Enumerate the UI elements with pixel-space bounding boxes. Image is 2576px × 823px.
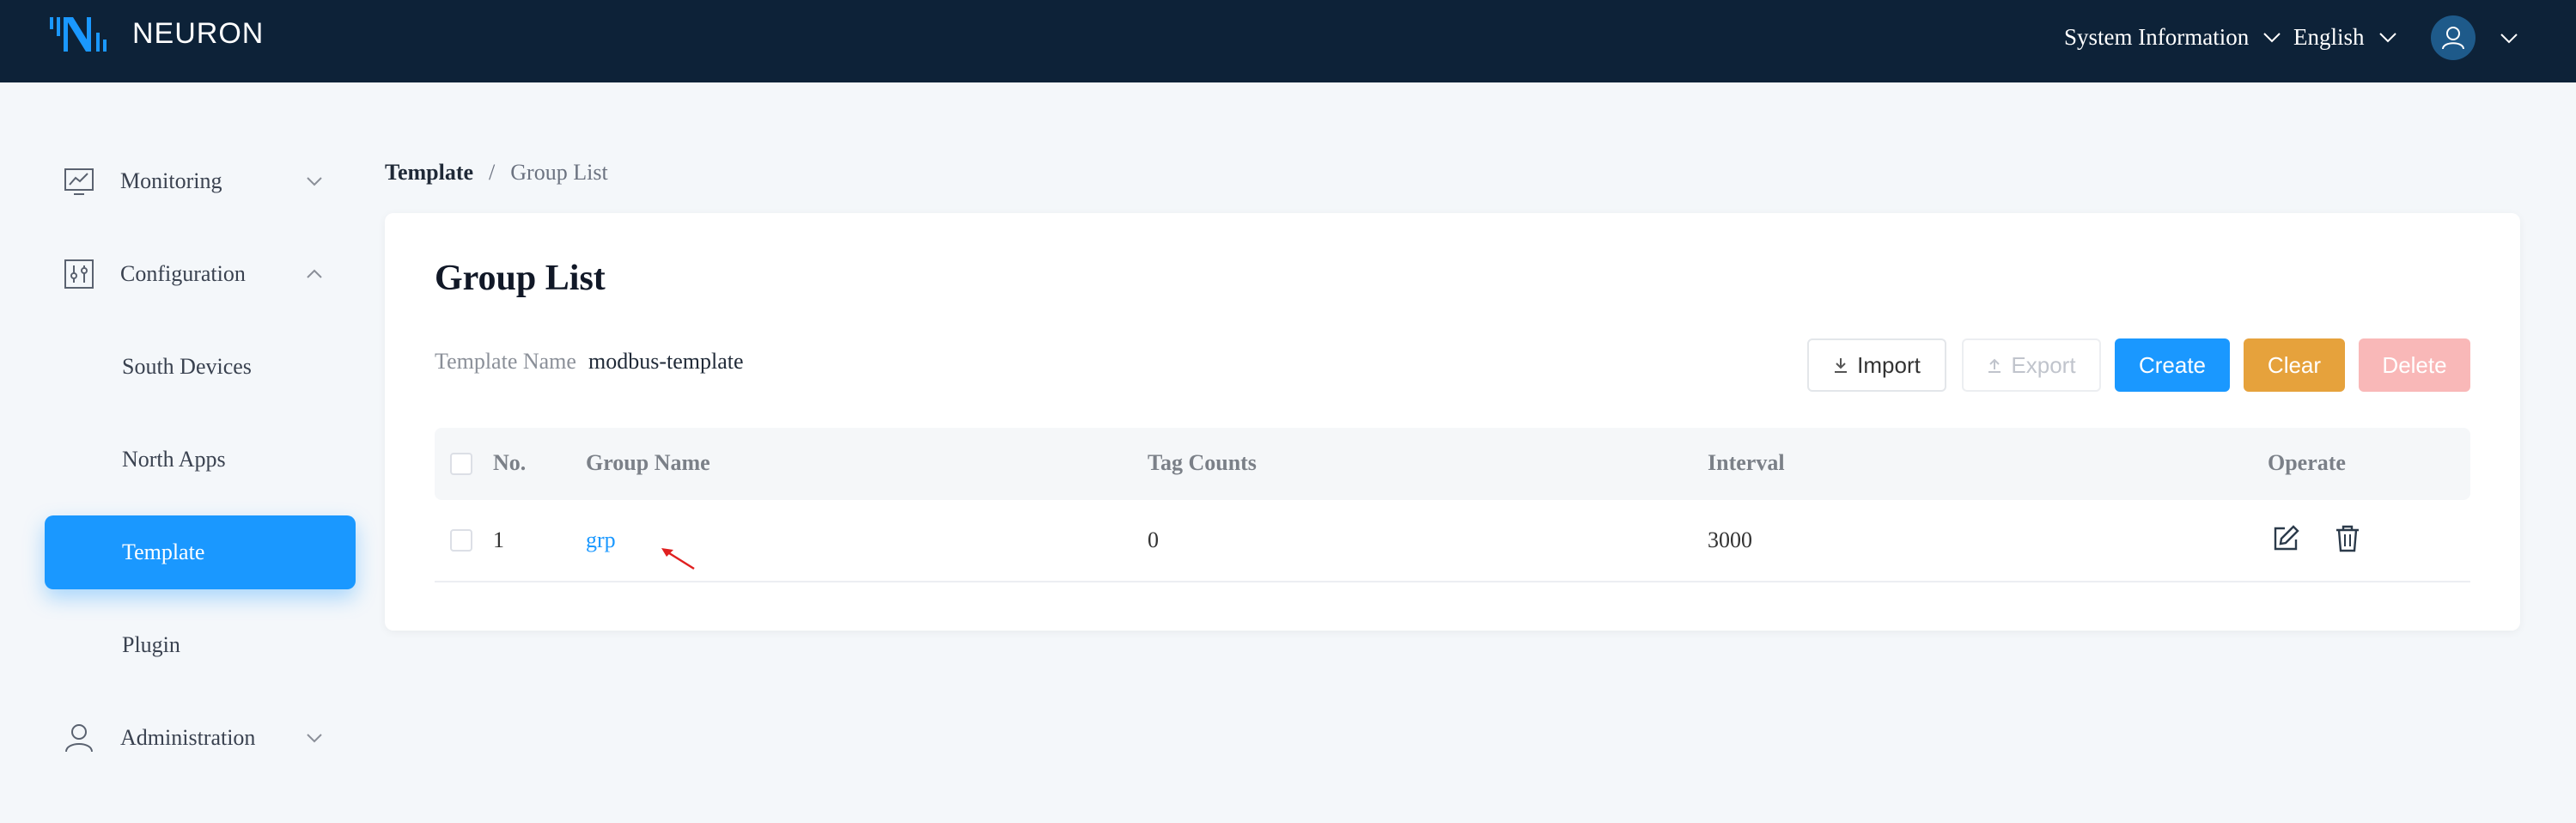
template-name-value: modbus-template <box>588 349 744 374</box>
sidebar-item-monitoring[interactable]: Monitoring <box>45 144 356 218</box>
group-list-card: Group List Template Name modbus-template… <box>385 213 2520 631</box>
chevron-down-icon <box>307 177 322 186</box>
system-information-menu[interactable]: System Information <box>2064 24 2281 51</box>
chevron-down-icon <box>2378 32 2396 42</box>
column-header-interval: Interval <box>1708 450 1785 475</box>
breadcrumb-template[interactable]: Template <box>385 160 473 186</box>
neuron-logo-icon <box>50 17 107 52</box>
delete-button[interactable]: Delete <box>2359 338 2470 392</box>
trash-icon[interactable] <box>2333 524 2362 553</box>
export-button[interactable]: Export <box>1962 338 2101 392</box>
row-no: 1 <box>493 527 504 552</box>
system-information-label: System Information <box>2064 24 2250 50</box>
create-button[interactable]: Create <box>2115 338 2230 392</box>
sidebar-item-template[interactable]: Template <box>45 515 356 589</box>
logo-text: NEURON <box>132 16 265 50</box>
sidebar-item-label: Template <box>122 540 205 564</box>
user-avatar[interactable] <box>2431 15 2476 60</box>
breadcrumb-group-list: Group List <box>510 160 608 185</box>
export-label: Export <box>2011 351 2076 378</box>
page-title: Group List <box>435 259 606 298</box>
table-row: 1 grp 0 3000 <box>435 500 2470 582</box>
chevron-down-icon <box>307 734 322 743</box>
neuron-logo[interactable]: NEURON <box>48 12 264 55</box>
table-header: No. Group Name Tag Counts Interval Opera… <box>435 428 2470 500</box>
import-label: Import <box>1857 351 1921 378</box>
user-menu-chevron-icon[interactable] <box>2500 33 2518 45</box>
row-tag-counts: 0 <box>1148 527 1159 552</box>
chevron-down-icon <box>2263 32 2281 42</box>
sidebar-item-label: Monitoring <box>120 168 222 193</box>
sidebar-item-configuration[interactable]: Configuration <box>45 237 356 311</box>
sidebar-item-label: Plugin <box>122 632 180 657</box>
column-header-group-name: Group Name <box>586 450 710 475</box>
sidebar-item-south-devices[interactable]: South Devices <box>45 330 356 404</box>
language-menu[interactable]: English <box>2293 24 2397 51</box>
column-header-tag-counts: Tag Counts <box>1148 450 1257 475</box>
sidebar-item-north-apps[interactable]: North Apps <box>45 423 356 497</box>
language-label: English <box>2293 24 2365 50</box>
download-icon <box>1835 358 1848 373</box>
sliders-icon <box>64 259 94 289</box>
pointer-arrow-icon <box>661 548 695 570</box>
monitor-chart-icon <box>64 168 94 195</box>
edit-icon[interactable] <box>2271 524 2300 553</box>
sidebar-item-plugin[interactable]: Plugin <box>45 608 356 682</box>
user-icon <box>65 724 93 753</box>
sidebar-item-label: North Apps <box>122 447 226 472</box>
sidebar-item-label: Configuration <box>120 261 246 286</box>
column-header-no: No. <box>493 450 527 475</box>
row-interval: 3000 <box>1708 527 1752 552</box>
top-header: NEURON System Information English <box>0 0 2576 82</box>
select-all-checkbox[interactable] <box>450 453 472 475</box>
sidebar-item-label: Administration <box>120 725 256 750</box>
row-checkbox[interactable] <box>450 529 472 552</box>
import-button[interactable]: Import <box>1807 338 1946 392</box>
group-name-link[interactable]: grp <box>586 527 616 553</box>
breadcrumb: Template / Group List <box>385 160 608 186</box>
column-header-operate: Operate <box>2268 450 2346 475</box>
chevron-up-icon <box>307 269 322 278</box>
clear-button[interactable]: Clear <box>2244 338 2345 392</box>
user-icon <box>2442 27 2464 50</box>
sidebar-item-administration[interactable]: Administration <box>45 701 356 775</box>
upload-icon <box>1988 358 2001 373</box>
breadcrumb-separator: / <box>489 160 496 185</box>
template-name-label: Template Name <box>435 349 576 374</box>
sidebar-item-label: South Devices <box>122 354 252 379</box>
